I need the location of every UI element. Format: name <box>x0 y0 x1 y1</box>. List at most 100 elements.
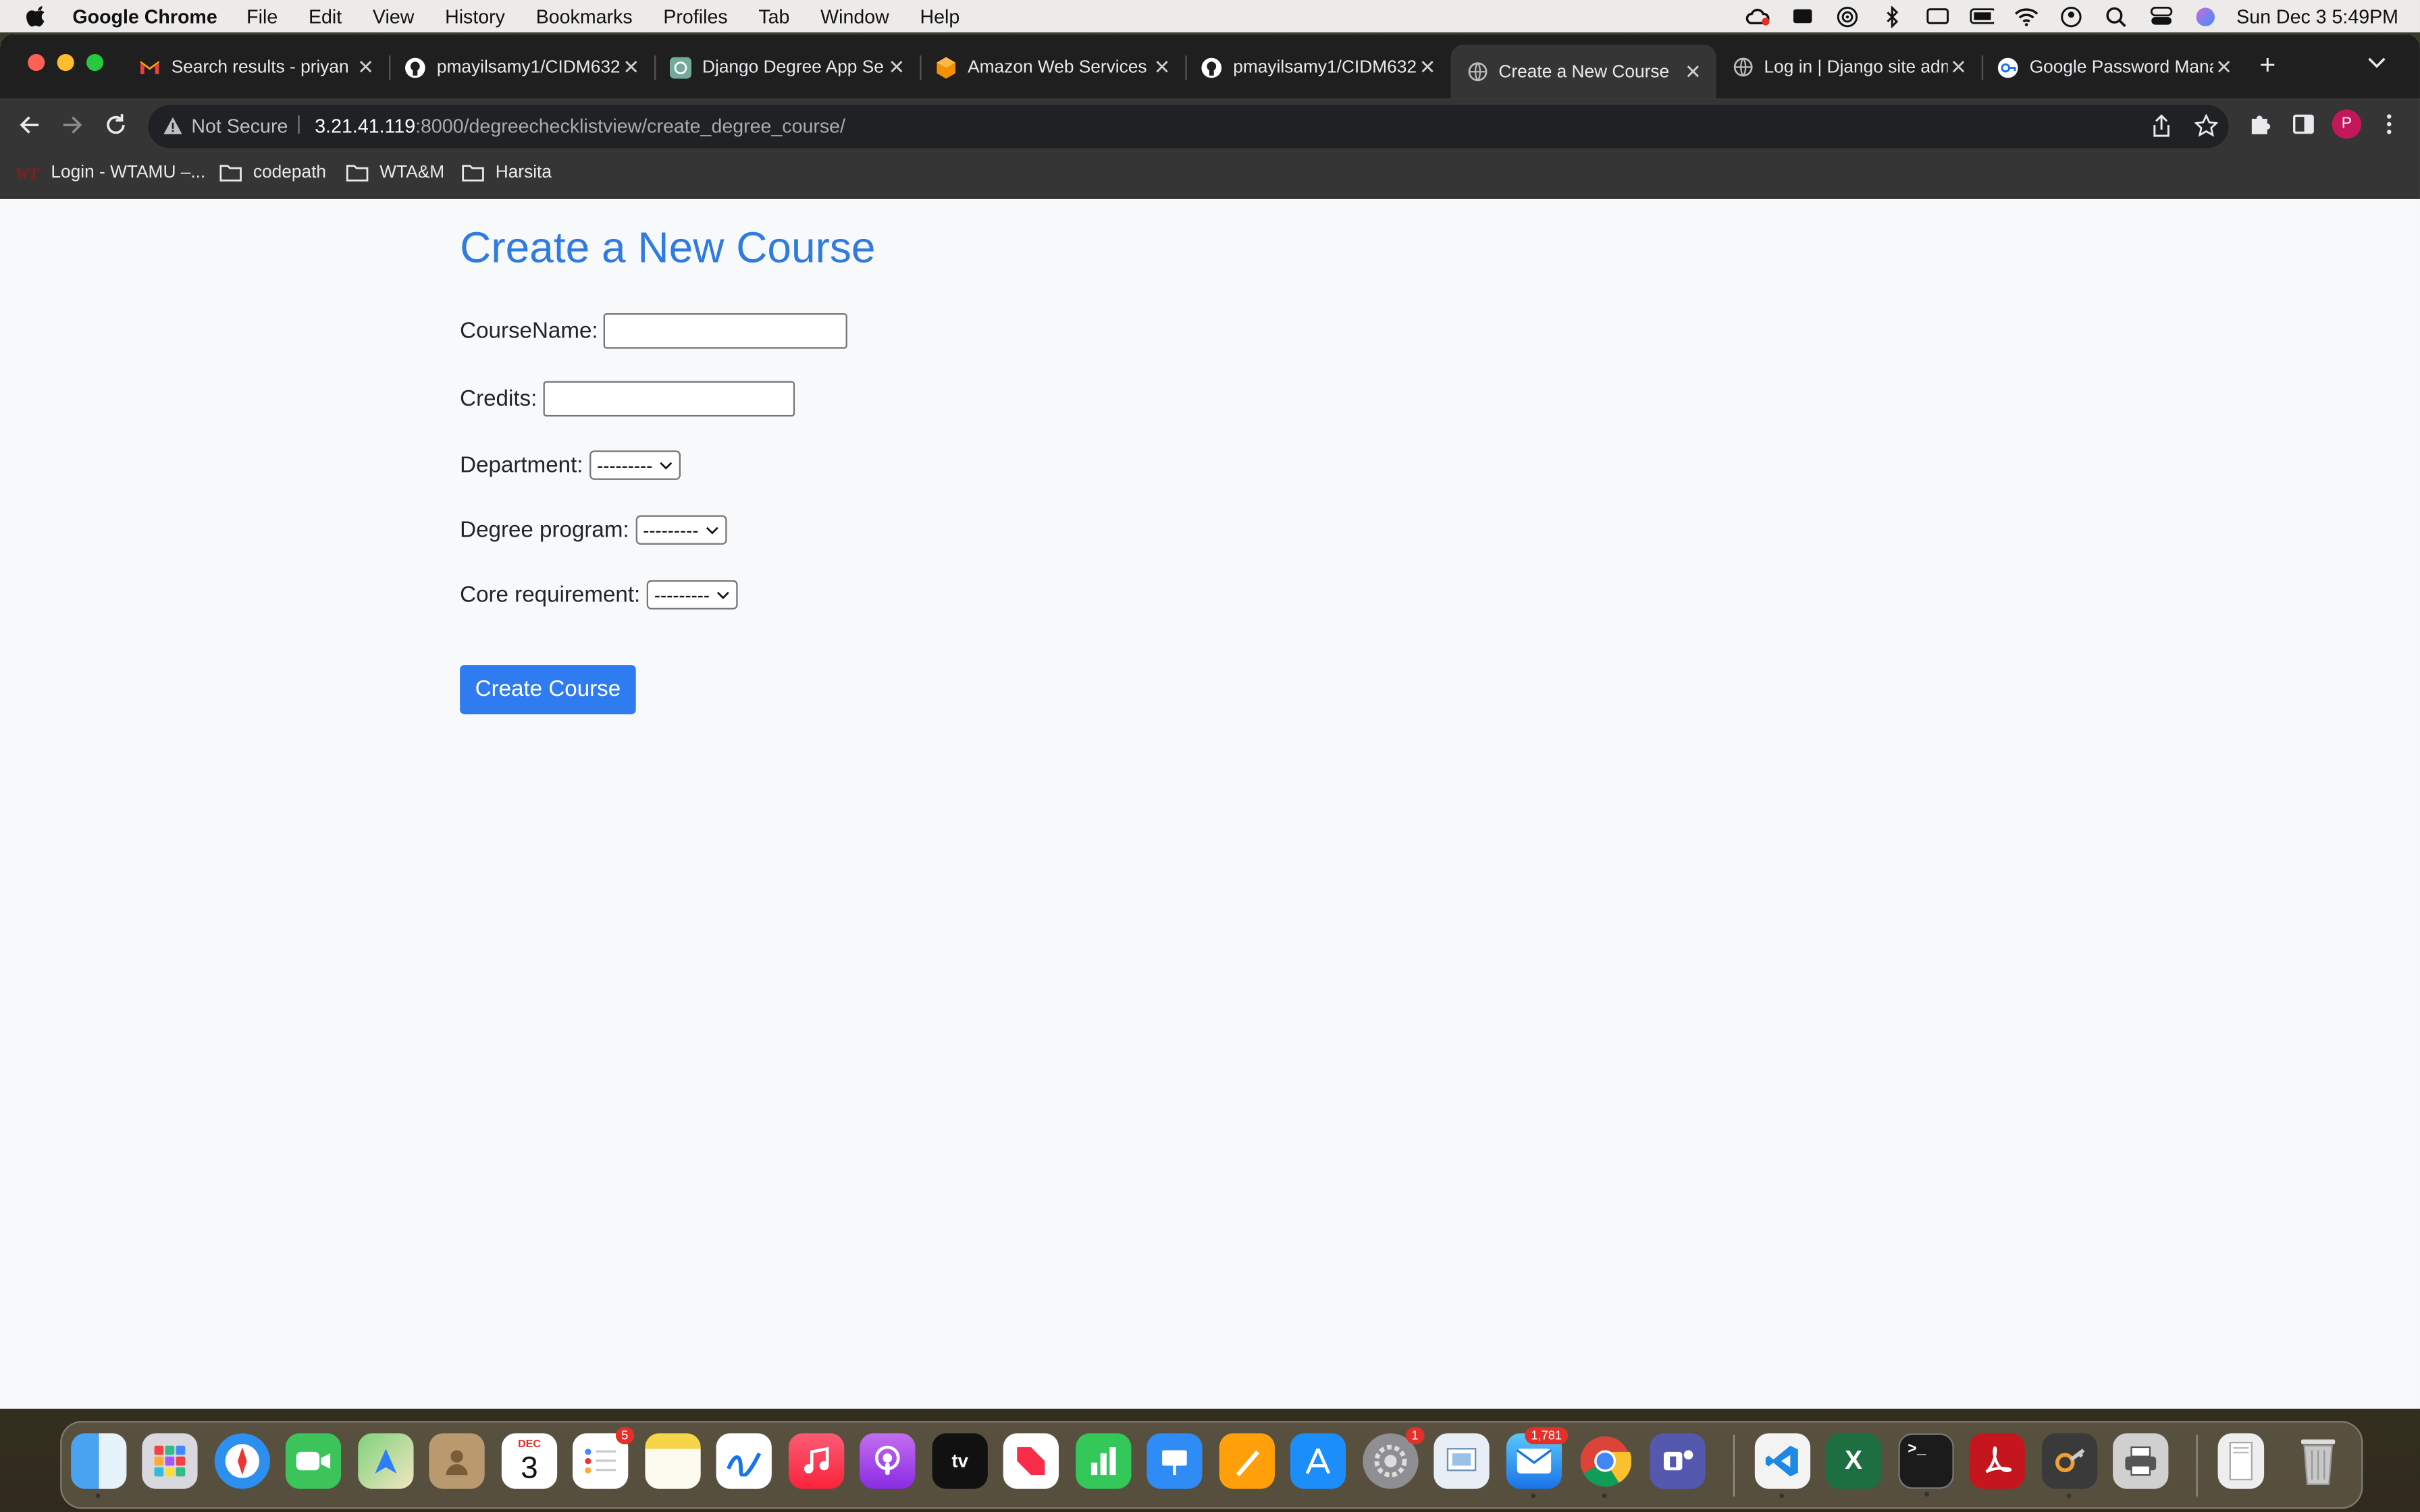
downloads-stack-icon[interactable] <box>2217 1433 2265 1489</box>
mail-icon[interactable]: 1,781 <box>1506 1427 1569 1498</box>
menu-help[interactable]: Help <box>920 5 959 27</box>
back-arrow-icon[interactable] <box>17 113 42 138</box>
terminal-icon[interactable]: >_ <box>1898 1433 1954 1497</box>
degree-program-select[interactable]: --------- <box>635 515 727 545</box>
printer-icon[interactable] <box>2113 1433 2169 1489</box>
menu-view[interactable]: View <box>373 5 414 27</box>
side-panel-icon[interactable] <box>2292 113 2315 136</box>
menu-file[interactable]: File <box>246 5 278 27</box>
tab-django-login[interactable]: Log in | Django site adm ✕ <box>1716 47 1984 88</box>
url-text[interactable]: 3.21.41.119:8000/degreechecklistview/cre… <box>315 115 845 137</box>
menubar-clock[interactable]: Sun Dec 3 5:49PM <box>2236 5 2398 27</box>
wifi-icon[interactable] <box>2014 5 2039 27</box>
excel-icon[interactable]: X <box>1825 1433 1882 1489</box>
bookmark-folder-wtam[interactable]: WTA&M <box>346 163 444 182</box>
core-requirement-select[interactable]: --------- <box>646 580 738 610</box>
minimize-window-button[interactable] <box>57 53 74 72</box>
tab-aws[interactable]: Amazon Web Services ✕ <box>920 47 1187 88</box>
maps-icon[interactable] <box>358 1433 414 1489</box>
acrobat-icon[interactable] <box>1969 1433 2025 1489</box>
tab-search-chevron-icon[interactable] <box>2367 57 2386 70</box>
department-select[interactable]: --------- <box>589 450 681 480</box>
facetime-icon[interactable] <box>285 1433 342 1489</box>
close-tab-icon[interactable]: ✕ <box>2213 55 2235 80</box>
tab-label: Django Degree App Se <box>702 57 884 77</box>
system-settings-icon[interactable]: 1 <box>1363 1427 1425 1489</box>
credits-input[interactable] <box>543 381 795 417</box>
bookmark-star-icon[interactable] <box>2194 114 2218 137</box>
warning-triangle-icon[interactable] <box>163 117 182 134</box>
airdrop-icon[interactable] <box>1835 5 1860 27</box>
tab-google-password-manager[interactable]: Google Password Mana ✕ <box>1982 47 2247 88</box>
memory-icon[interactable] <box>1791 5 1816 27</box>
menu-app-name[interactable]: Google Chrome <box>72 5 217 27</box>
apple-icon[interactable] <box>26 5 48 27</box>
password-manager-icon <box>1997 56 2019 78</box>
launchpad-icon[interactable] <box>142 1433 198 1489</box>
numbers-icon[interactable] <box>1076 1433 1132 1489</box>
close-tab-icon[interactable]: ✕ <box>621 55 642 80</box>
maximize-window-button[interactable] <box>86 53 104 72</box>
bookmark-login-wtamu[interactable]: WT Login - WTAMU –... <box>16 163 205 182</box>
not-secure-label[interactable]: Not Secure <box>191 115 288 137</box>
creative-cloud-icon[interactable] <box>1745 5 1770 27</box>
close-tab-icon[interactable]: ✕ <box>1682 59 1704 84</box>
siri-icon[interactable] <box>2193 5 2218 27</box>
control-center-icon[interactable] <box>2149 5 2174 27</box>
bookmark-folder-harsita[interactable]: Harsita <box>461 163 552 182</box>
bookmark-folder-codepath[interactable]: codepath <box>219 163 326 182</box>
chrome-icon[interactable] <box>1577 1433 1633 1498</box>
keyboard-input-icon[interactable] <box>1924 5 1949 27</box>
battery-icon[interactable] <box>1970 5 1995 27</box>
close-tab-icon[interactable]: ✕ <box>355 55 377 80</box>
menu-bookmarks[interactable]: Bookmarks <box>536 5 633 27</box>
tab-github-2[interactable]: pmayilsamy1/CIDM632 ✕ <box>1185 47 1450 88</box>
podcasts-icon[interactable] <box>860 1433 916 1489</box>
news-icon[interactable] <box>1003 1433 1059 1489</box>
close-window-button[interactable] <box>28 53 45 72</box>
apple-tv-icon[interactable]: tv <box>932 1433 988 1489</box>
course-name-input[interactable] <box>604 313 848 349</box>
finder-icon[interactable] <box>71 1433 127 1498</box>
close-tab-icon[interactable]: ✕ <box>1151 55 1173 80</box>
close-tab-icon[interactable]: ✕ <box>886 55 908 80</box>
vscode-icon[interactable] <box>1754 1433 1811 1498</box>
create-course-button[interactable]: Create Course <box>460 665 636 715</box>
keychain-icon[interactable] <box>2041 1433 2098 1498</box>
trash-icon[interactable] <box>2290 1433 2346 1488</box>
tab-github-1[interactable]: pmayilsamy1/CIDM632 ✕ <box>389 47 656 88</box>
reload-icon[interactable] <box>103 113 128 138</box>
tab-django-degree-app[interactable]: Django Degree App Se ✕ <box>654 47 922 88</box>
tab-create-course-active[interactable]: Create a New Course ✕ <box>1450 45 1716 99</box>
close-tab-icon[interactable]: ✕ <box>1417 55 1438 80</box>
calendar-icon[interactable]: DEC 3 <box>501 1433 558 1489</box>
menu-window[interactable]: Window <box>820 5 889 27</box>
spotlight-search-icon[interactable] <box>2104 5 2129 27</box>
chrome-menu-kebab-icon[interactable] <box>2384 113 2394 136</box>
address-bar[interactable]: Not Secure | 3.21.41.119:8000/degreechec… <box>148 105 2229 148</box>
menu-history[interactable]: History <box>445 5 505 27</box>
keynote-icon[interactable] <box>1147 1433 1203 1489</box>
close-tab-icon[interactable]: ✕ <box>1948 55 1970 80</box>
teams-icon[interactable] <box>1650 1433 1706 1489</box>
pages-icon[interactable] <box>1219 1433 1275 1489</box>
user-account-icon[interactable] <box>2059 5 2084 27</box>
forward-arrow-icon[interactable] <box>60 113 85 138</box>
profile-avatar[interactable]: P <box>2332 109 2362 139</box>
app-store-icon[interactable] <box>1290 1433 1346 1489</box>
menu-edit[interactable]: Edit <box>309 5 342 27</box>
freeform-icon[interactable] <box>716 1433 772 1489</box>
preview-icon[interactable] <box>1433 1433 1490 1489</box>
share-icon[interactable] <box>2151 114 2172 137</box>
notes-icon[interactable] <box>645 1433 701 1489</box>
menu-tab[interactable]: Tab <box>758 5 789 27</box>
reminders-icon[interactable]: 5 <box>572 1427 635 1489</box>
contacts-icon[interactable] <box>429 1433 485 1489</box>
menu-profiles[interactable]: Profiles <box>663 5 727 27</box>
tab-gmail-search[interactable]: Search results - priyan ✕ <box>124 47 391 88</box>
new-tab-button[interactable]: + <box>2259 51 2276 78</box>
extensions-puzzle-icon[interactable] <box>2248 113 2271 136</box>
safari-icon[interactable] <box>214 1433 270 1489</box>
music-icon[interactable] <box>788 1433 845 1489</box>
bluetooth-icon[interactable] <box>1880 5 1905 27</box>
